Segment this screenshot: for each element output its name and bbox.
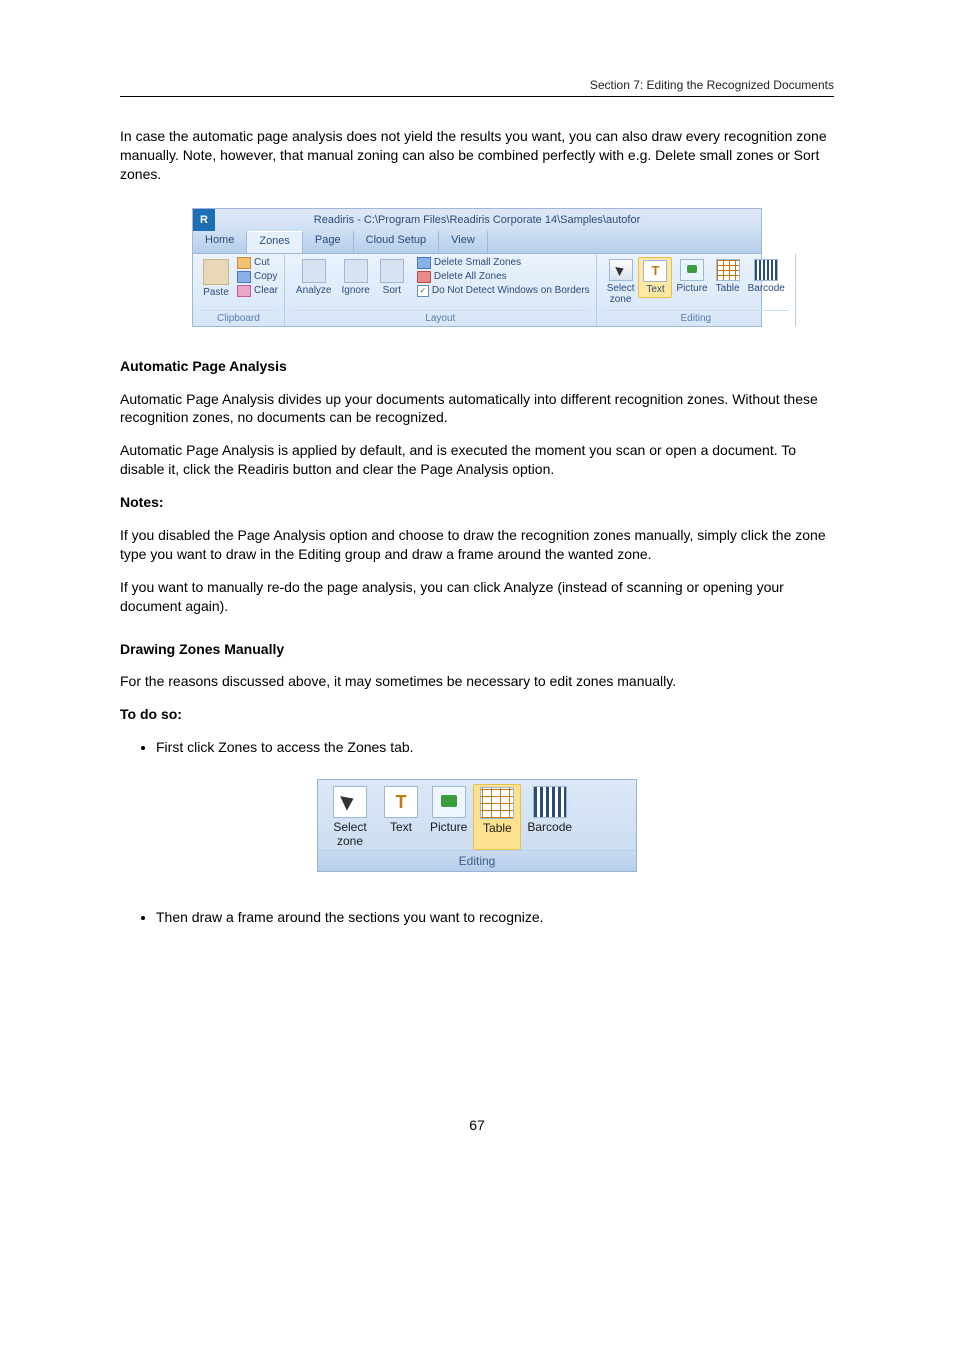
delete-small-icon: [417, 257, 431, 269]
editing-panel-screenshot: Select zone TText Picture Table Barcode …: [317, 779, 637, 872]
manual-heading: Drawing Zones Manually: [120, 640, 834, 659]
to-do-heading: To do so:: [120, 705, 834, 724]
analysis-p1: Automatic Page Analysis divides up your …: [120, 390, 834, 428]
scissors-icon: [237, 257, 251, 269]
layout-group: Analyze Ignore Sort Delete Small Zones D…: [285, 254, 597, 326]
ep-barcode-zone[interactable]: Barcode: [521, 784, 578, 850]
ep-text-zone[interactable]: TText: [378, 784, 424, 850]
manual-p1: For the reasons discussed above, it may …: [120, 672, 834, 691]
paste-button[interactable]: Paste: [199, 257, 233, 300]
editing-label: Editing: [603, 310, 789, 324]
tab-row: Home Zones Page Cloud Setup View: [192, 231, 762, 254]
text-icon: T: [643, 260, 667, 282]
select-zone-button[interactable]: Select zone: [603, 257, 639, 307]
clear-button[interactable]: Clear: [237, 285, 278, 297]
step-1: First click Zones to access the Zones ta…: [156, 738, 834, 757]
layout-label: Layout: [291, 310, 590, 324]
cut-button[interactable]: Cut: [237, 257, 278, 269]
tab-cloud-setup[interactable]: Cloud Setup: [354, 231, 440, 253]
tab-page[interactable]: Page: [303, 231, 354, 253]
ep-picture-zone[interactable]: Picture: [424, 784, 473, 850]
ep-label: Editing: [318, 850, 636, 871]
notes-heading: Notes:: [120, 493, 834, 512]
page-number: 67: [120, 1117, 834, 1133]
ep-select-zone[interactable]: Select zone: [322, 784, 378, 850]
checkbox-icon: [417, 285, 429, 297]
table-icon: [716, 259, 740, 281]
analysis-p5: If you want to manually re-do the page a…: [120, 578, 834, 616]
analyze-icon: [302, 259, 326, 283]
analysis-p4: If you disabled the Page Analysis option…: [120, 526, 834, 564]
delete-all-icon: [417, 271, 431, 283]
copy-icon: [237, 271, 251, 283]
picture-icon: [680, 259, 704, 281]
table-icon: [480, 787, 514, 819]
clipboard-group: Paste Cut Copy Clear Clipboard: [193, 254, 285, 326]
titlebar: R Readiris - C:\Program Files\Readiris C…: [192, 208, 762, 231]
dnd-checkbox[interactable]: Do Not Detect Windows on Borders: [417, 285, 590, 297]
tab-home[interactable]: Home: [193, 231, 247, 253]
analysis-p2: Automatic Page Analysis is applied by de…: [120, 441, 834, 479]
table-zone-button[interactable]: Table: [712, 257, 744, 296]
paste-icon: [203, 259, 229, 285]
page-header: Section 7: Editing the Recognized Docume…: [120, 72, 834, 97]
tab-view[interactable]: View: [439, 231, 488, 253]
app-icon: R: [193, 209, 215, 231]
sort-icon: [380, 259, 404, 283]
running-head: Section 7: Editing the Recognized Docume…: [590, 78, 834, 92]
cursor-icon: [609, 259, 633, 281]
steps-list-2: Then draw a frame around the sections yo…: [156, 908, 834, 927]
copy-button[interactable]: Copy: [237, 271, 278, 283]
ribbon-screenshot: R Readiris - C:\Program Files\Readiris C…: [192, 208, 762, 327]
intro-paragraph: In case the automatic page analysis does…: [120, 127, 834, 184]
text-icon: T: [384, 786, 418, 818]
editing-group: Select zone TText Picture Table Barcode …: [597, 254, 796, 326]
ignore-button[interactable]: Ignore: [336, 257, 374, 298]
picture-zone-button[interactable]: Picture: [672, 257, 711, 296]
barcode-zone-button[interactable]: Barcode: [744, 257, 789, 296]
step-2: Then draw a frame around the sections yo…: [156, 908, 834, 927]
window-title: Readiris - C:\Program Files\Readiris Cor…: [314, 214, 640, 226]
barcode-icon: [754, 259, 778, 281]
tab-zones[interactable]: Zones: [247, 231, 303, 253]
steps-list: First click Zones to access the Zones ta…: [156, 738, 834, 757]
ep-table-zone[interactable]: Table: [473, 784, 521, 850]
eraser-icon: [237, 285, 251, 297]
clipboard-label: Clipboard: [199, 310, 278, 324]
ribbon-body: Paste Cut Copy Clear Clipboard Analyze I…: [192, 254, 762, 327]
picture-icon: [432, 786, 466, 818]
sort-button[interactable]: Sort: [375, 257, 409, 298]
barcode-icon: [533, 786, 567, 818]
delete-all-zones-button[interactable]: Delete All Zones: [417, 271, 590, 283]
text-zone-button[interactable]: TText: [638, 257, 672, 298]
analyze-button[interactable]: Analyze: [291, 257, 337, 298]
cursor-icon: [333, 786, 367, 818]
delete-small-zones-button[interactable]: Delete Small Zones: [417, 257, 590, 269]
analysis-heading: Automatic Page Analysis: [120, 357, 834, 376]
ignore-icon: [344, 259, 368, 283]
